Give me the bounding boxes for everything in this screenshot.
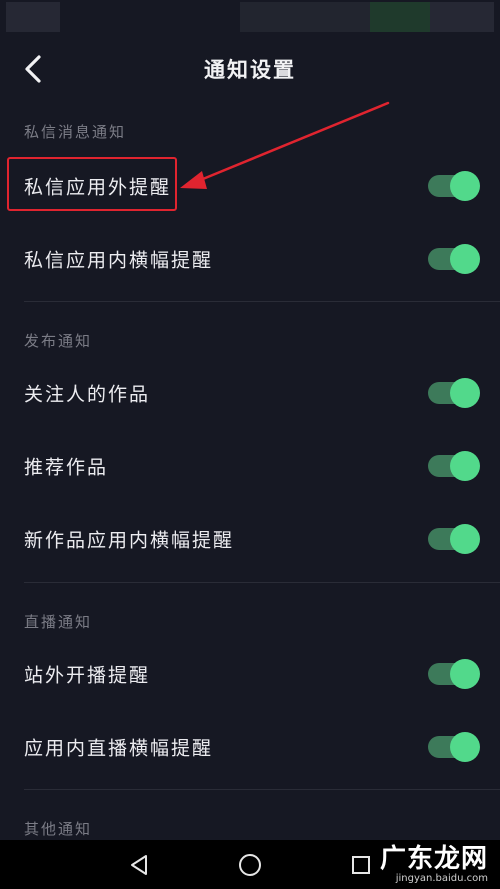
circle-home-icon <box>239 854 261 876</box>
square-recents-icon <box>352 856 370 874</box>
nav-home-button[interactable] <box>233 848 267 882</box>
toggle-switch[interactable] <box>428 171 480 201</box>
status-bar-blur <box>240 2 370 32</box>
toggle-switch[interactable] <box>428 732 480 762</box>
section-title-live: 直播通知 <box>24 613 93 631</box>
divider <box>24 582 500 583</box>
section-title-publish: 发布通知 <box>24 332 93 350</box>
annotation-highlight-box <box>7 157 177 211</box>
toggle-knob <box>450 378 480 408</box>
settings-row: 新作品应用内横幅提醒 <box>0 511 500 567</box>
watermark-main-text: 广东龙网 <box>379 844 488 874</box>
setting-label: 关注人的作品 <box>24 383 151 406</box>
watermark-sub-text: jingyan.baidu.com <box>395 873 488 884</box>
settings-row: 关注人的作品 <box>0 365 500 421</box>
toggle-knob <box>450 524 480 554</box>
toggle-knob <box>450 732 480 762</box>
status-bar-blur <box>430 2 494 32</box>
toggle-knob <box>450 451 480 481</box>
settings-row: 私信应用内横幅提醒 <box>0 231 500 287</box>
setting-label: 私信应用内横幅提醒 <box>24 249 214 272</box>
nav-back-button[interactable] <box>122 848 156 882</box>
setting-label: 推荐作品 <box>24 456 109 479</box>
page-title: 通知设置 <box>204 58 296 82</box>
status-bar-blur <box>6 2 60 32</box>
setting-label: 站外开播提醒 <box>24 664 151 687</box>
status-bar-blur <box>370 2 430 32</box>
toggle-switch[interactable] <box>428 659 480 689</box>
status-bar <box>0 0 500 36</box>
divider <box>24 789 500 790</box>
nav-header: 通知设置 <box>0 40 500 98</box>
section-title-private-message: 私信消息通知 <box>24 123 127 141</box>
settings-row: 推荐作品 <box>0 438 500 494</box>
setting-label: 新作品应用内横幅提醒 <box>24 529 235 552</box>
toggle-knob <box>450 171 480 201</box>
settings-row: 站外开播提醒 <box>0 646 500 702</box>
toggle-switch[interactable] <box>428 378 480 408</box>
divider <box>24 301 500 302</box>
watermark: 广东龙网 jingyan.baidu.com <box>380 845 488 885</box>
nav-recents-button[interactable] <box>344 848 378 882</box>
triangle-back-icon <box>131 855 147 875</box>
toggle-knob <box>450 244 480 274</box>
toggle-knob <box>450 659 480 689</box>
section-title-other: 其他通知 <box>24 820 93 838</box>
android-nav-bar: 广东龙网 jingyan.baidu.com <box>0 840 500 889</box>
toggle-switch[interactable] <box>428 451 480 481</box>
setting-label: 应用内直播横幅提醒 <box>24 737 214 760</box>
settings-row: 应用内直播横幅提醒 <box>0 719 500 775</box>
toggle-switch[interactable] <box>428 524 480 554</box>
toggle-switch[interactable] <box>428 244 480 274</box>
